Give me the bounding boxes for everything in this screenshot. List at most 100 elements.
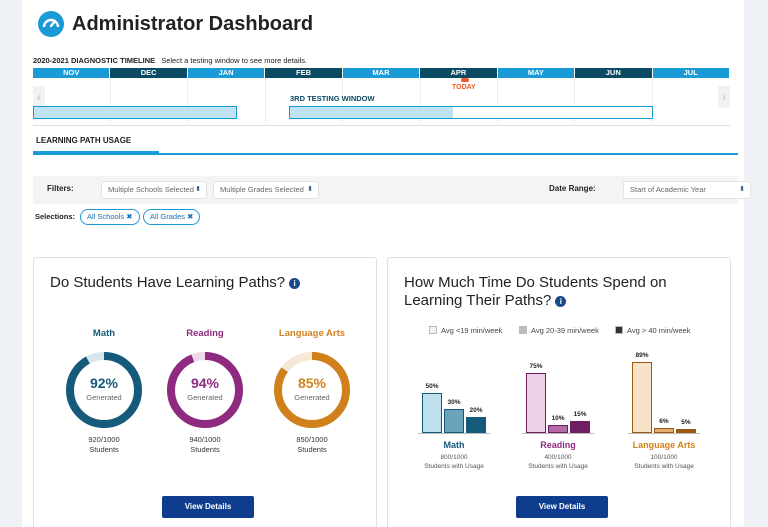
card-title-line-2: Learning Their Paths? i — [404, 292, 667, 310]
today-marker-icon — [461, 78, 469, 82]
info-icon[interactable]: i — [555, 296, 567, 307]
donut-sublabel: Generated — [187, 393, 223, 402]
timeline-next-arrow-icon[interactable]: › — [718, 86, 730, 108]
timeline-months: NOV DEC JAN FEB MAR APR MAY JUN JUL — [33, 68, 730, 78]
donut-count-unit: Students — [190, 445, 220, 454]
legend-item: Avg <19 min/week — [429, 326, 502, 335]
date-range-select[interactable]: Start of Academic Year ⬍ — [623, 181, 751, 199]
chart-value-label: 50% — [425, 383, 439, 390]
learning-paths-card: Do Students Have Learning Paths? i Math R… — [33, 257, 377, 527]
subject-name: Language Arts — [278, 328, 346, 339]
card-title-line-1: How Much Time Do Students Spend on — [404, 274, 667, 291]
page-title: Administrator Dashboard — [72, 12, 314, 35]
chart-category-subtitle: 100/1000 Students with Usage — [619, 453, 709, 471]
chart-value-label: 5% — [681, 419, 691, 426]
tab-learning-path-usage[interactable]: LEARNING PATH USAGE — [36, 136, 131, 145]
chart-category-label: Language Arts — [632, 440, 696, 450]
select-caret-icon: ⬍ — [739, 186, 745, 193]
chip-label: All Schools — [87, 212, 125, 221]
donut-count-unit: Students — [297, 445, 327, 454]
view-details-button[interactable]: View Details — [162, 496, 254, 518]
chart-bar — [676, 429, 696, 433]
donut-percent: 92% — [89, 375, 119, 391]
card-title: How Much Time Do Students Spend on Learn… — [404, 274, 667, 310]
chart-bar — [444, 409, 464, 433]
subject-name: Reading — [186, 328, 224, 339]
chart-value-label: 20% — [469, 407, 483, 414]
select-caret-icon: ⬍ — [195, 186, 201, 193]
month-nov[interactable]: NOV — [33, 68, 111, 78]
filter-bar: Filters: Multiple Schools Selected ⬍ Mul… — [33, 176, 751, 204]
month-apr[interactable]: APR — [420, 68, 498, 78]
month-jul[interactable]: JUL — [652, 68, 730, 78]
chart-value-label: 89% — [635, 351, 649, 359]
month-dec[interactable]: DEC — [110, 68, 188, 78]
chip-all-schools[interactable]: All Schools ✖ — [80, 209, 140, 225]
testing-window-bar-3[interactable] — [289, 106, 653, 119]
schools-select-value: Multiple Schools Selected — [108, 185, 194, 194]
timeline-area: ‹ › 3RD TESTING WINDOW TODAY — [33, 78, 730, 126]
timeline-title: 2020-2021 DIAGNOSTIC TIMELINE — [33, 56, 156, 65]
chart-bar — [570, 421, 590, 433]
timeline-label: 2020-2021 DIAGNOSTIC TIMELINE Select a t… — [33, 56, 307, 65]
chart-bar — [654, 428, 674, 433]
schools-select[interactable]: Multiple Schools Selected ⬍ — [101, 181, 207, 199]
chip-remove-icon[interactable]: ✖ — [126, 212, 132, 221]
info-icon[interactable]: i — [289, 278, 301, 289]
view-details-button[interactable]: View Details — [516, 496, 608, 518]
testing-window-bar-1[interactable] — [33, 106, 237, 119]
donut-sublabel: Generated — [86, 393, 122, 402]
chart-bar — [422, 393, 442, 433]
legend-label: Avg 20-39 min/week — [531, 326, 599, 335]
chip-all-grades[interactable]: All Grades ✖ — [143, 209, 201, 225]
chip-remove-icon[interactable]: ✖ — [187, 212, 193, 221]
legend-item: Avg > 40 min/week — [615, 326, 690, 335]
chart-category-label: Math — [443, 440, 465, 450]
chart-category-subtitle-line: Students with Usage — [528, 463, 588, 470]
month-mar[interactable]: MAR — [342, 68, 421, 78]
chart-category-subtitle-line: 100/1000 — [650, 454, 678, 461]
legend-swatch — [615, 326, 623, 334]
chart-bar — [548, 425, 568, 433]
legend-swatch — [519, 326, 527, 334]
month-jan[interactable]: JAN — [187, 68, 266, 78]
month-feb[interactable]: FEB — [265, 68, 343, 78]
chart-bar — [466, 417, 486, 433]
timeline-hint: Select a testing window to see more deta… — [161, 56, 308, 65]
month-may[interactable]: MAY — [497, 68, 576, 78]
donut-count: 920/1000 Students — [64, 435, 144, 455]
select-caret-icon: ⬍ — [307, 186, 313, 193]
chart-category-label: Reading — [540, 440, 576, 450]
time-spent-card: How Much Time Do Students Spend on Learn… — [387, 257, 731, 527]
chip-label: All Grades — [150, 212, 186, 221]
donut-percent: 94% — [190, 375, 220, 391]
chart-category-subtitle-line: Students with Usage — [634, 463, 694, 470]
chart-value-label: 75% — [529, 363, 543, 370]
today-label: TODAY — [452, 84, 476, 91]
chart-bar — [526, 373, 546, 433]
month-jun[interactable]: JUN — [575, 68, 653, 78]
legend-label: Avg <19 min/week — [441, 326, 503, 335]
card-title-text: Learning Their Paths? — [404, 292, 552, 309]
selections-label: Selections: — [35, 212, 76, 221]
legend-label: Avg > 40 min/week — [627, 326, 691, 335]
chart-value-label: 30% — [447, 399, 461, 406]
donut-count-value: 940/1000 — [189, 435, 221, 444]
timeline-divider — [265, 78, 266, 126]
grades-select-value: Multiple Grades Selected — [220, 185, 304, 194]
legend-swatch — [429, 326, 437, 334]
chart-value-label: 6% — [659, 418, 669, 426]
grades-select[interactable]: Multiple Grades Selected ⬍ — [213, 181, 319, 199]
chart-category-subtitle: 800/1000 Students with Usage — [409, 453, 499, 471]
testing-window-label: 3RD TESTING WINDOW — [290, 94, 375, 103]
donut-count-unit: Students — [89, 445, 119, 454]
chart-category-subtitle-line: Students with Usage — [424, 463, 484, 470]
donut-count-value: 920/1000 — [88, 435, 120, 444]
donut-percent: 85% — [297, 375, 327, 391]
gauge-logo-icon — [38, 11, 64, 37]
timeline-prev-arrow-icon[interactable]: ‹ — [33, 86, 45, 108]
date-range-label: Date Range: — [549, 184, 596, 193]
chart-category-subtitle-line: 400/1000 — [544, 454, 572, 461]
donut-count: 940/1000 Students — [165, 435, 245, 455]
card-title: Do Students Have Learning Paths? i — [50, 274, 301, 292]
